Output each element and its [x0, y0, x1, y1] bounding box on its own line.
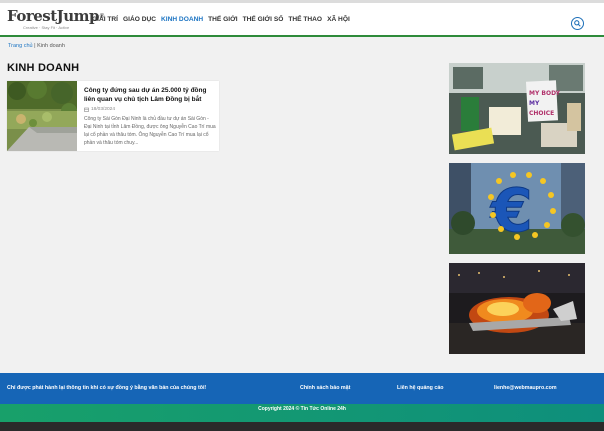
sidebar-image-euro[interactable]: € — [449, 163, 585, 254]
search-icon — [574, 20, 581, 27]
search-button[interactable] — [571, 17, 584, 30]
footer-link-ads[interactable]: Liên hệ quảng cáo — [397, 385, 444, 391]
sidebar-image-fire[interactable] — [449, 263, 585, 354]
nav-item-6[interactable]: Xã hội — [327, 16, 350, 23]
article-thumbnail[interactable] — [7, 81, 77, 151]
footer-link-privacy[interactable]: Chính sách bảo mật — [300, 385, 350, 391]
nav-item-0[interactable]: Giải trí — [92, 16, 118, 23]
calendar-icon — [84, 107, 89, 112]
site-header: ForestJump® Creative · Stay Fit · Active… — [0, 3, 604, 37]
copyright-text: Copyright 2024 © Tin Tức Online 24h — [258, 406, 346, 412]
sidebar-image-protest[interactable]: MY BODY MY CHOICE — [449, 63, 585, 154]
site-logo[interactable]: ForestJump® Creative · Stay Fit · Active — [7, 7, 105, 31]
footer-notice: Chỉ được phát hành lại thông tin khi có … — [7, 385, 207, 391]
logo-tagline: Creative · Stay Fit · Active — [23, 25, 70, 30]
svg-text:€: € — [489, 176, 533, 246]
article-date: 18/03/2024 — [84, 107, 115, 112]
breadcrumb-current: Kinh doanh — [37, 43, 65, 49]
nav-item-3[interactable]: Thế giới — [208, 16, 237, 23]
nav-item-4[interactable]: Thế giới số — [243, 16, 284, 23]
main-nav: Giải trí Giáo dục Kinh doanh Thế giới Thế gi… — [92, 16, 350, 23]
breadcrumb-home[interactable]: Trang chủ — [8, 43, 33, 49]
nav-item-5[interactable]: Thể thao — [288, 16, 322, 23]
bottom-strip — [0, 422, 604, 431]
footer-link-email[interactable]: lienhe@webmaupro.com — [494, 385, 557, 391]
svg-text:MY: MY — [529, 100, 540, 107]
nav-item-2[interactable]: Kinh doanh — [161, 16, 203, 23]
page-title: KINH DOANH — [7, 62, 80, 74]
article-card[interactable]: Công ty đứng sau dự án 25.000 tỷ đồng li… — [7, 81, 219, 151]
article-title[interactable]: Công ty đứng sau dự án 25.000 tỷ đồng li… — [84, 86, 216, 104]
footer-links-bar: Chỉ được phát hành lại thông tin khi có … — [0, 373, 604, 404]
svg-text:CHOICE: CHOICE — [529, 110, 554, 117]
euro-sign-image: € — [449, 163, 585, 254]
logo-wordmark: ForestJump® — [7, 7, 105, 25]
breadcrumb: Trang chủ | Kinh doanh — [8, 43, 65, 49]
burning-plane-image — [449, 263, 585, 354]
protest-signs-image: MY BODY MY CHOICE — [449, 63, 585, 154]
garden-image — [7, 81, 77, 151]
article-date-text: 18/03/2024 — [91, 107, 116, 112]
protest-sign-text: MY BODY — [529, 90, 561, 97]
nav-item-1[interactable]: Giáo dục — [123, 16, 156, 23]
article-excerpt: Công ty Sài Gòn Đại Ninh là chủ đầu tư d… — [84, 116, 216, 146]
